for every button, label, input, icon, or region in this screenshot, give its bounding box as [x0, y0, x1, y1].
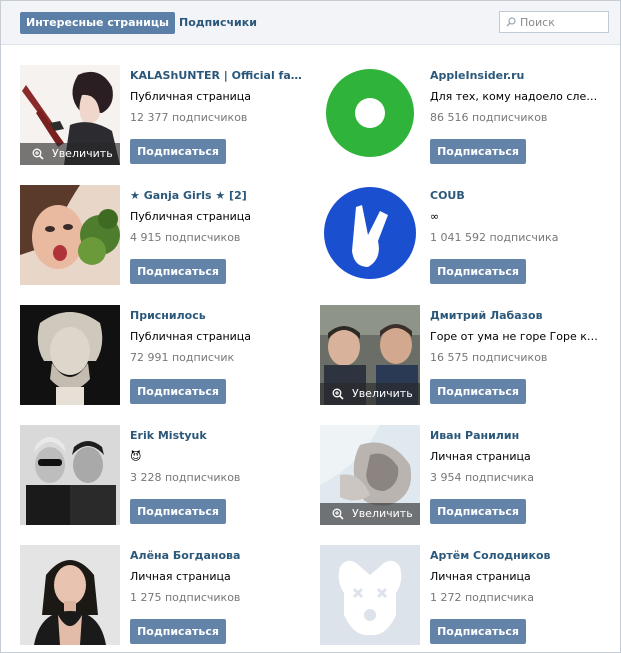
item-description: Публичная страница [130, 90, 252, 103]
community-avatar[interactable] [320, 65, 420, 165]
item-name[interactable]: Дмитрий Лабазов [430, 309, 606, 322]
user-avatar[interactable] [320, 545, 420, 645]
zoom-label: Увеличить [352, 387, 413, 400]
item-name[interactable]: AppleInsider.ru [430, 69, 606, 82]
user-avatar[interactable]: Увеличить [320, 305, 420, 405]
tabs-bar: Интересные страницы Подписчики [1, 1, 620, 45]
zoom-overlay[interactable]: Увеличить [320, 503, 420, 525]
subscriber-count: 4 915 подписчиков [130, 231, 241, 244]
item-description: 😈 [130, 450, 142, 463]
zoom-overlay[interactable]: Увеличить [320, 383, 420, 405]
avatar-image [20, 425, 120, 525]
item-name[interactable]: Алёна Богданова [130, 549, 306, 562]
list-item-alena-bogdanova: Алёна Богданова Личная страница 1 275 по… [20, 545, 310, 645]
subscribe-button[interactable]: Подписаться [430, 499, 526, 524]
appleinsider-logo [320, 65, 420, 165]
item-description: Публичная страница [130, 330, 252, 343]
item-description: ∞ [430, 210, 440, 223]
user-avatar[interactable] [20, 425, 120, 525]
coub-logo [320, 185, 420, 285]
list-item-artem-solodnikov: Артём Солодников Личная страница 1 272 п… [320, 545, 610, 645]
item-description: Горе от ума не горе Горе когда ... [430, 330, 602, 343]
list-item-ganja-girls: ★ Ganja Girls ★ [2] Публичная страница 4… [20, 185, 310, 285]
list-item-dmitry-labazov: Увеличить Дмитрий Лабазов Горе от ума не… [320, 305, 610, 405]
avatar-image [20, 185, 120, 285]
zoom-icon [332, 388, 344, 400]
subscriber-count: 3 228 подписчиков [130, 471, 241, 484]
search-input[interactable] [520, 13, 604, 31]
item-description: Для тех, кому надоело следить ... [430, 90, 602, 103]
avatar-image [20, 545, 120, 645]
subscriber-count: 86 516 подписчиков [430, 111, 548, 124]
zoom-label: Увеличить [52, 147, 113, 160]
community-avatar[interactable] [320, 185, 420, 285]
item-description: Личная страница [430, 570, 531, 583]
zoom-icon [32, 148, 44, 160]
subscribe-button[interactable]: Подписаться [430, 619, 526, 644]
item-name[interactable]: KALAShUNTER | Official fan-... [130, 69, 306, 82]
community-avatar[interactable] [20, 305, 120, 405]
item-description: Личная страница [430, 450, 531, 463]
subscribe-button[interactable]: Подписаться [430, 259, 526, 284]
subscribe-button[interactable]: Подписаться [130, 139, 226, 164]
subscribe-button[interactable]: Подписаться [130, 259, 226, 284]
avatar-image [20, 305, 120, 405]
default-avatar-icon [320, 545, 420, 645]
zoom-icon [332, 508, 344, 520]
zoom-label: Увеличить [352, 507, 413, 520]
item-name[interactable]: COUB [430, 189, 606, 202]
tab-subscribers[interactable]: Подписчики [173, 12, 263, 34]
item-name[interactable]: Erik Mistyuk [130, 429, 306, 442]
list-item-kalashunter: Увеличить KALAShUNTER | Official fan-...… [20, 65, 310, 165]
tab-interesting-pages[interactable]: Интересные страницы [20, 12, 175, 34]
search-icon [506, 17, 516, 27]
subscriber-count: 1 275 подписчиков [130, 591, 241, 604]
subscriber-count: 72 991 подписчик [130, 351, 235, 364]
item-name[interactable]: ★ Ganja Girls ★ [2] [130, 189, 306, 202]
item-description: Личная страница [130, 570, 231, 583]
list-item-ivan-ranilin: Увеличить Иван Ранилин Личная страница 3… [320, 425, 610, 525]
list-item-appleinsider: AppleInsider.ru Для тех, кому надоело сл… [320, 65, 610, 165]
zoom-overlay[interactable]: Увеличить [20, 143, 120, 165]
subscribe-button[interactable]: Подписаться [430, 379, 526, 404]
user-avatar[interactable] [20, 545, 120, 645]
community-avatar[interactable] [20, 185, 120, 285]
list-item-prisnilos: Приснилось Публичная страница 72 991 под… [20, 305, 310, 405]
subscribe-button[interactable]: Подписаться [430, 139, 526, 164]
item-description: Публичная страница [130, 210, 252, 223]
subscriber-count: 16 575 подписчиков [430, 351, 548, 364]
list-item-coub: COUB ∞ 1 041 592 подписчика Подписаться [320, 185, 610, 285]
user-avatar[interactable]: Увеличить [320, 425, 420, 525]
item-name[interactable]: Иван Ранилин [430, 429, 606, 442]
subscriber-count: 1 272 подписчика [430, 591, 534, 604]
subscribe-button[interactable]: Подписаться [130, 379, 226, 404]
search-box[interactable] [499, 11, 609, 33]
item-name[interactable]: Артём Солодников [430, 549, 606, 562]
subscribe-button[interactable]: Подписаться [130, 619, 226, 644]
subscriber-count: 12 377 подписчиков [130, 111, 248, 124]
interesting-pages-panel: Интересные страницы Подписчики Поиск Уве… [0, 0, 621, 653]
subscriber-count: 3 954 подписчика [430, 471, 534, 484]
subscribe-button[interactable]: Подписаться [130, 499, 226, 524]
subscriber-count: 1 041 592 подписчика [430, 231, 559, 244]
item-name[interactable]: Приснилось [130, 309, 306, 322]
list-item-erik-mistyuk: Erik Mistyuk 😈 3 228 подписчиков Подписа… [20, 425, 310, 525]
community-avatar[interactable]: Увеличить [20, 65, 120, 165]
